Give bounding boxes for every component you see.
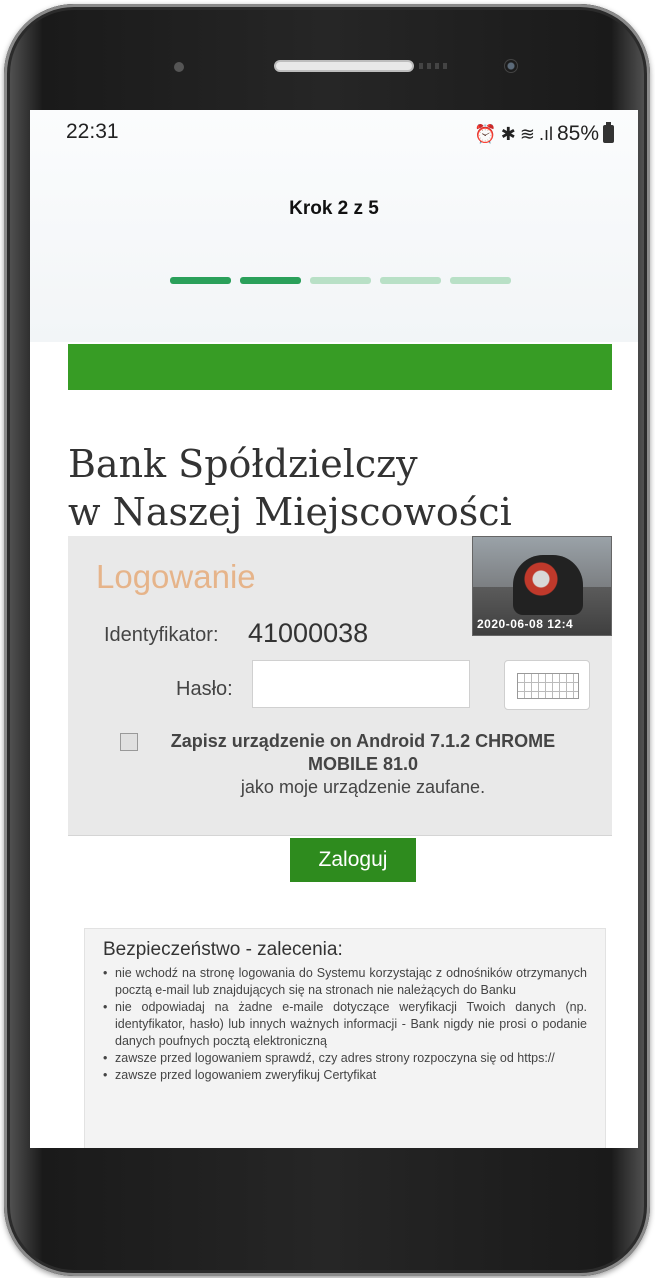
identifier-value: 41000038 [248, 618, 369, 648]
wifi-icon: ≋ [519, 123, 535, 144]
front-camera-icon [504, 59, 518, 73]
security-item: nie odpowiadaj na żadne e-maile dotycząc… [103, 999, 587, 1050]
status-icons: ⏰ ✱ ≋ .ıl 85% [474, 122, 614, 146]
bank-banner [68, 344, 612, 390]
step-bar-pending [450, 277, 511, 284]
motorcycle-rider-image [513, 555, 583, 615]
battery-level: 85% [556, 122, 599, 145]
bluetooth-icon: ✱ [500, 123, 516, 144]
bank-name: Bank Spółdzielczy w Naszej Miejscowości [68, 440, 628, 536]
remember-device-label[interactable]: Zapisz urządzenie on Android 7.1.2 CHROM… [116, 730, 586, 799]
keyboard-icon [517, 673, 579, 699]
virtual-keyboard-button[interactable] [504, 660, 590, 710]
screen: 22:31 ⏰ ✱ ≋ .ıl 85% Krok 2 z 5 Bank Spół… [30, 110, 638, 1148]
password-input[interactable] [252, 660, 470, 708]
identifier-label: Identyfikator: [104, 624, 219, 646]
phone-frame: 22:31 ⏰ ✱ ≋ .ıl 85% Krok 2 z 5 Bank Spół… [4, 4, 650, 1276]
step-indicator-label: Krok 2 z 5 [289, 198, 379, 219]
battery-icon [603, 122, 614, 143]
earpiece-speaker [274, 60, 414, 72]
alarm-icon: ⏰ [474, 123, 497, 144]
step-bar-pending [380, 277, 441, 284]
step-bar-complete [170, 277, 231, 284]
proximity-sensor [174, 62, 184, 72]
bank-name-line2: w Naszej Miejscowości [68, 490, 512, 534]
login-title: Logowanie [96, 558, 256, 595]
signal-icon: .ıl [538, 123, 553, 144]
step-bar-pending [310, 277, 371, 284]
step-progress [170, 277, 511, 284]
security-recommendations: Bezpieczeństwo - zalecenia: nie wchodź n… [84, 928, 606, 1148]
camera-preview-thumbnail: 2020-06-08 12:4 [472, 536, 612, 636]
security-list: nie wchodź na stronę logowania do System… [103, 965, 587, 1084]
thumbnail-timestamp: 2020-06-08 12:4 [477, 617, 574, 631]
security-item: nie wchodź na stronę logowania do System… [103, 965, 587, 999]
step-bar-complete [240, 277, 301, 284]
top-area: 22:31 ⏰ ✱ ≋ .ıl 85% Krok 2 z 5 [30, 110, 638, 342]
security-item: zawsze przed logowaniem zweryfikuj Certy… [103, 1067, 587, 1084]
password-label: Hasło: [176, 678, 233, 700]
bank-name-line1: Bank Spółdzielczy [68, 442, 418, 486]
status-time: 22:31 [66, 120, 119, 143]
remember-device-name: Zapisz urządzenie on Android 7.1.2 CHROM… [170, 731, 556, 774]
remember-device-suffix: jako moje urządzenie zaufane. [240, 777, 486, 797]
login-button[interactable]: Zaloguj [290, 838, 416, 882]
security-item: zawsze przed logowaniem sprawdź, czy adr… [103, 1050, 587, 1067]
security-title: Bezpieczeństwo - zalecenia: [103, 939, 343, 960]
speaker-grille [419, 63, 449, 69]
